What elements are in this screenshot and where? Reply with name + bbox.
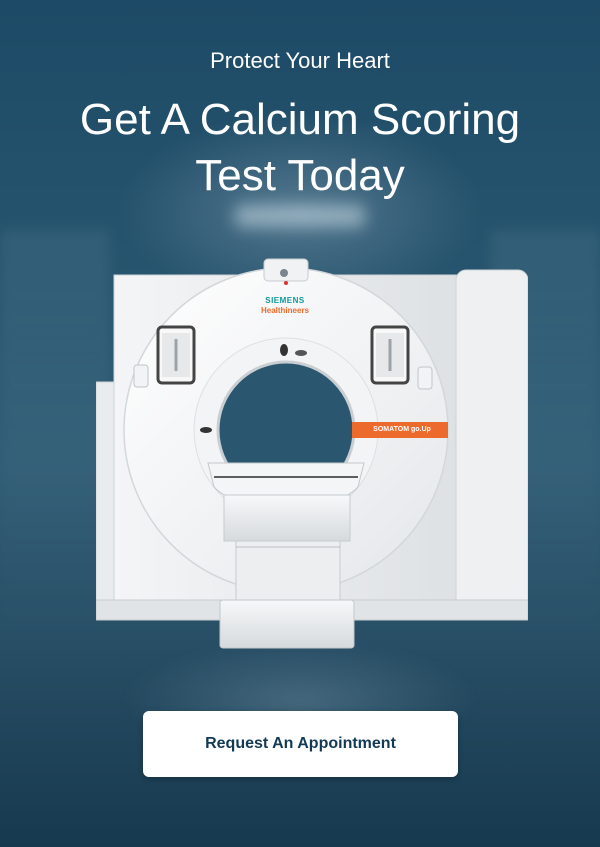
hero-title: Get A Calcium Scoring Test Today: [0, 92, 600, 204]
background-hallway-left: [0, 230, 110, 650]
hero-title-line-2: Test Today: [195, 151, 405, 200]
request-appointment-button[interactable]: Request An Appointment: [143, 711, 458, 777]
scanner-brand-bottom: Healthineers: [260, 306, 310, 315]
scanner-brand-logo: SIEMENS Healthineers: [250, 296, 320, 316]
hero-title-line-1: Get A Calcium Scoring: [79, 95, 521, 144]
scanner-model-label: SOMATOM go.Up: [373, 426, 431, 433]
scanner-brand-top: SIEMENS: [265, 296, 305, 305]
background-ceiling-light: [235, 205, 365, 227]
hero-subtitle: Protect Your Heart: [210, 48, 390, 73]
hero-banner: Protect Your Heart Get A Calcium Scoring…: [0, 0, 600, 847]
